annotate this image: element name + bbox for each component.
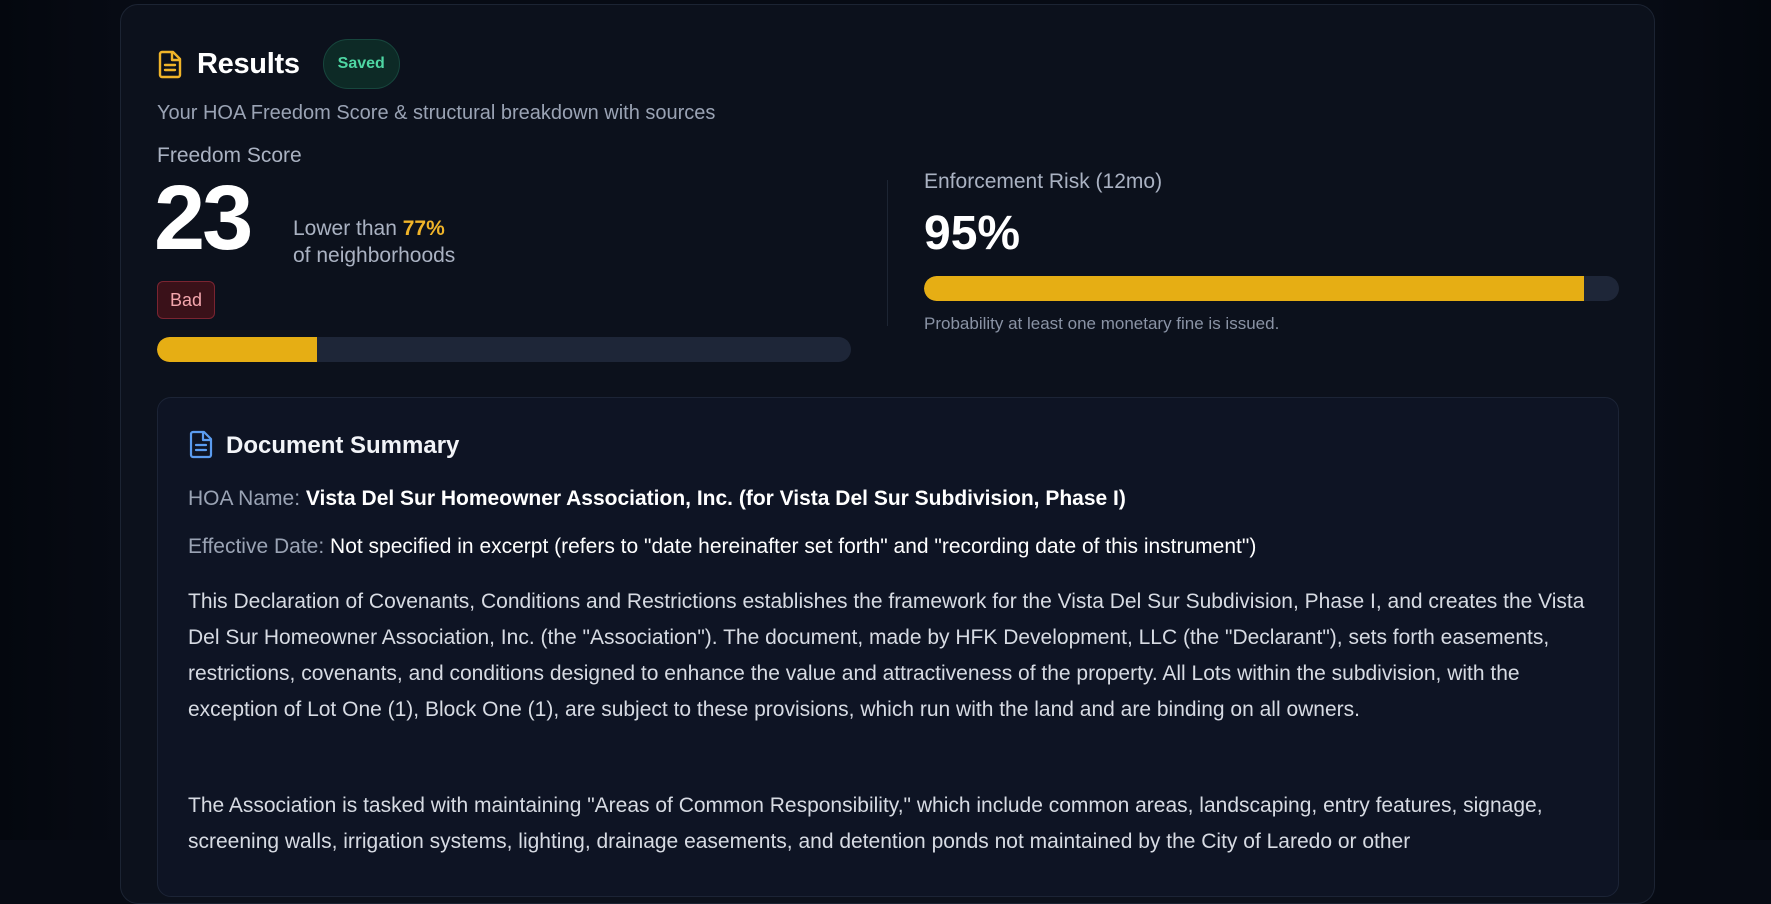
document-summary-header: Document Summary — [188, 429, 459, 463]
comparison-suffix: of neighborhoods — [293, 244, 456, 267]
saved-badge: Saved — [322, 39, 400, 89]
enforcement-risk-bar — [924, 276, 1619, 301]
results-subtitle: Your HOA Freedom Score & structural brea… — [157, 102, 716, 124]
section-divider — [887, 180, 888, 326]
hoa-name-label: HOA Name: — [188, 487, 301, 510]
effective-date-value: Not specified in excerpt (refers to "dat… — [330, 535, 1257, 558]
freedom-score-bar-fill — [157, 337, 317, 362]
summary-paragraph-1: This Declaration of Covenants, Condition… — [188, 590, 1585, 721]
effective-date-label: Effective Date: — [188, 535, 325, 558]
summary-paragraph-2: The Association is tasked with maintaini… — [188, 794, 1543, 853]
freedom-score-label: Freedom Score — [157, 144, 302, 167]
document-summary-icon — [188, 429, 214, 464]
hoa-name-value: Vista Del Sur Homeowner Association, Inc… — [305, 487, 1126, 510]
effective-date-field: Effective Date: Not specified in excerpt… — [188, 535, 1256, 559]
freedom-score-comparison: Lower than 77% of neighborhoods — [293, 215, 455, 269]
rating-badge: Bad — [157, 281, 216, 319]
freedom-score-bar — [157, 337, 851, 362]
enforcement-risk-value: 95% — [924, 207, 1021, 260]
enforcement-risk-note: Probability at least one monetary fine i… — [924, 314, 1280, 333]
results-title: Results — [197, 47, 300, 80]
comparison-percent: 77% — [402, 217, 445, 240]
hoa-name-field: HOA Name: Vista Del Sur Homeowner Associ… — [188, 487, 1126, 511]
results-header: Results Saved — [156, 38, 400, 90]
enforcement-risk-bar-fill — [924, 276, 1585, 301]
document-icon — [156, 49, 184, 79]
document-summary-title: Document Summary — [226, 432, 460, 459]
comparison-prefix: Lower than — [293, 217, 397, 240]
freedom-score-value: 23 — [154, 167, 253, 269]
enforcement-risk-label: Enforcement Risk (12mo) — [924, 170, 1163, 193]
